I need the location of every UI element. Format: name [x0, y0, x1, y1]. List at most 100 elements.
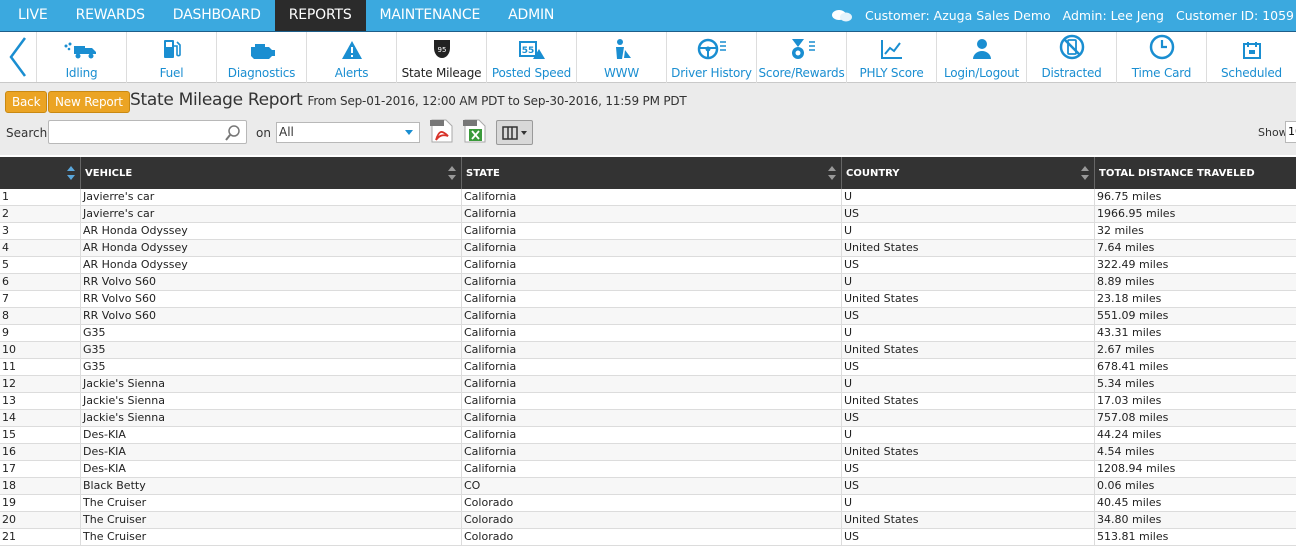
- tool-state-mileage[interactable]: 95 State Mileage: [397, 32, 487, 83]
- svg-text:55: 55: [521, 46, 534, 56]
- table-row[interactable]: 13 Jackie's Sienna California United States…: [0, 393, 1296, 410]
- table-row[interactable]: 6 RR Volvo S60 California U 8.89 miles: [0, 274, 1296, 291]
- table-row[interactable]: 4 AR Honda Odyssey California United States…: [0, 240, 1296, 257]
- tool-label: Driver History: [671, 66, 752, 80]
- table-row[interactable]: 15 Des-KIA California U 44.24 miles: [0, 427, 1296, 444]
- search-column-select[interactable]: All: [276, 122, 420, 143]
- table-row[interactable]: 11 G35 California US 678.41 miles: [0, 359, 1296, 376]
- column-header-total-distance[interactable]: TOTAL DISTANCE TRAVELED: [1095, 157, 1296, 189]
- country-cell: U: [842, 325, 1095, 341]
- table-row[interactable]: 16 Des-KIA California United States 4.54 mil…: [0, 444, 1296, 461]
- table-row[interactable]: 1 Javierre's car California U 96.75 miles: [0, 189, 1296, 206]
- search-input[interactable]: [49, 121, 219, 143]
- distance-cell: 34.80 miles: [1097, 513, 1162, 526]
- table-row[interactable]: 17 Des-KIA California US 1208.94 miles: [0, 461, 1296, 478]
- tool-label: PHLY Score: [859, 66, 924, 80]
- country-cell: United States: [842, 512, 1095, 528]
- page-size-select[interactable]: 10: [1285, 121, 1296, 143]
- tool-time-card[interactable]: Time Card: [1117, 32, 1207, 83]
- distance-cell: 8.89 miles: [1097, 275, 1155, 288]
- column-header-state[interactable]: STATE: [462, 157, 842, 189]
- column-chooser-button[interactable]: [496, 120, 533, 145]
- row-index: 1: [0, 189, 81, 205]
- vehicle-cell: The Cruiser: [81, 529, 462, 545]
- state-cell: California: [462, 444, 842, 460]
- tool-label: Time Card: [1131, 66, 1192, 80]
- nav-dashboard[interactable]: DASHBOARD: [159, 0, 275, 31]
- table-row[interactable]: 18 Black Betty CO US 0.06 miles: [0, 478, 1296, 495]
- show-label: Show: [1258, 126, 1288, 139]
- back-button[interactable]: Back: [5, 91, 48, 113]
- tool-label: Idling: [65, 66, 98, 80]
- vehicle-cell: Black Betty: [81, 478, 462, 494]
- row-index: 8: [0, 308, 81, 324]
- table-row[interactable]: 2 Javierre's car California US 1966.95 miles: [0, 206, 1296, 223]
- row-index: 14: [0, 410, 81, 426]
- state-cell: California: [462, 359, 842, 375]
- new-report-button[interactable]: New Report: [48, 91, 130, 113]
- distance-cell: 44.24 miles: [1097, 428, 1162, 441]
- column-header-vehicle[interactable]: VEHICLE: [81, 157, 462, 189]
- tool-phly-score[interactable]: PHLY Score: [847, 32, 937, 83]
- country-cell: U: [842, 427, 1095, 443]
- table-row[interactable]: 14 Jackie's Sienna California US 757.08 mile…: [0, 410, 1296, 427]
- country-cell: US: [842, 410, 1095, 426]
- column-header-country[interactable]: COUNTRY: [842, 157, 1095, 189]
- sort-icon: [1081, 166, 1089, 180]
- table-row[interactable]: 10 G35 California United States 2.67 miles: [0, 342, 1296, 359]
- tool-fuel[interactable]: Fuel: [127, 32, 217, 83]
- tool-diagnostics[interactable]: Diagnostics: [217, 32, 307, 83]
- table-row[interactable]: 5 AR Honda Odyssey California US 322.49 mile…: [0, 257, 1296, 274]
- distance-cell: 40.45 miles: [1097, 496, 1162, 509]
- search-icon[interactable]: [224, 124, 242, 146]
- table-row[interactable]: 21 The Cruiser Colorado US 513.81 miles: [0, 529, 1296, 546]
- top-nav-bar: LIVE REWARDS DASHBOARD REPORTS MAINTENAN…: [0, 0, 1296, 31]
- tool-label: Posted Speed: [491, 66, 572, 80]
- vehicle-cell: Javierre's car: [81, 206, 462, 222]
- row-index: 13: [0, 393, 81, 409]
- excel-export-icon[interactable]: [463, 118, 487, 148]
- page-title: State Mileage Report From Sep-01-2016, 1…: [130, 90, 687, 110]
- tool-alerts[interactable]: Alerts: [307, 32, 397, 83]
- row-index: 5: [0, 257, 81, 273]
- nav-live[interactable]: LIVE: [0, 0, 62, 31]
- nav-reports[interactable]: REPORTS: [274, 0, 366, 31]
- tool-scheduled[interactable]: Scheduled: [1207, 32, 1296, 83]
- table-row[interactable]: 20 The Cruiser Colorado United States 34.80 …: [0, 512, 1296, 529]
- column-header-index[interactable]: [0, 157, 81, 189]
- engine-icon: [250, 44, 275, 59]
- chat-icon[interactable]: [831, 9, 853, 23]
- distance-cell: 0.06 miles: [1097, 479, 1155, 492]
- country-cell: US: [842, 206, 1095, 222]
- tool-login-logout[interactable]: Login/Logout: [937, 32, 1027, 83]
- toolbar-back-arrow[interactable]: [0, 32, 37, 82]
- table-row[interactable]: 12 Jackie's Sienna California U 5.34 miles: [0, 376, 1296, 393]
- distance-cell: 551.09 miles: [1097, 309, 1169, 322]
- chevron-down-icon: [405, 130, 413, 135]
- country-cell: US: [842, 529, 1095, 545]
- tool-www[interactable]: WWW: [577, 32, 667, 83]
- table-row[interactable]: 7 RR Volvo S60 California United States 23.1…: [0, 291, 1296, 308]
- state-cell: California: [462, 376, 842, 392]
- tool-score-rewards[interactable]: Score/Rewards: [757, 32, 847, 83]
- nav-admin[interactable]: ADMIN: [494, 0, 568, 31]
- table-row[interactable]: 3 AR Honda Odyssey California U 32 miles: [0, 223, 1296, 240]
- distance-cell: 757.08 miles: [1097, 411, 1169, 424]
- tool-posted-speed[interactable]: 55 Posted Speed: [487, 32, 577, 83]
- table-row[interactable]: 8 RR Volvo S60 California US 551.09 miles: [0, 308, 1296, 325]
- tool-distracted[interactable]: Distracted: [1027, 32, 1117, 83]
- sort-icon: [828, 166, 836, 180]
- customer-id: Customer ID: 1059: [1176, 8, 1294, 23]
- state-cell: California: [462, 342, 842, 358]
- tool-idling[interactable]: Idling: [37, 32, 127, 83]
- state-cell: California: [462, 393, 842, 409]
- nav-rewards[interactable]: REWARDS: [62, 0, 159, 31]
- pdf-export-icon[interactable]: [430, 118, 454, 148]
- row-index: 4: [0, 240, 81, 256]
- table-row[interactable]: 9 G35 California U 43.31 miles: [0, 325, 1296, 342]
- distance-cell: 43.31 miles: [1097, 326, 1162, 339]
- vehicle-cell: RR Volvo S60: [81, 291, 462, 307]
- table-row[interactable]: 19 The Cruiser Colorado U 40.45 miles: [0, 495, 1296, 512]
- nav-maintenance[interactable]: MAINTENANCE: [366, 0, 495, 31]
- tool-driver-history[interactable]: Driver History: [667, 32, 757, 83]
